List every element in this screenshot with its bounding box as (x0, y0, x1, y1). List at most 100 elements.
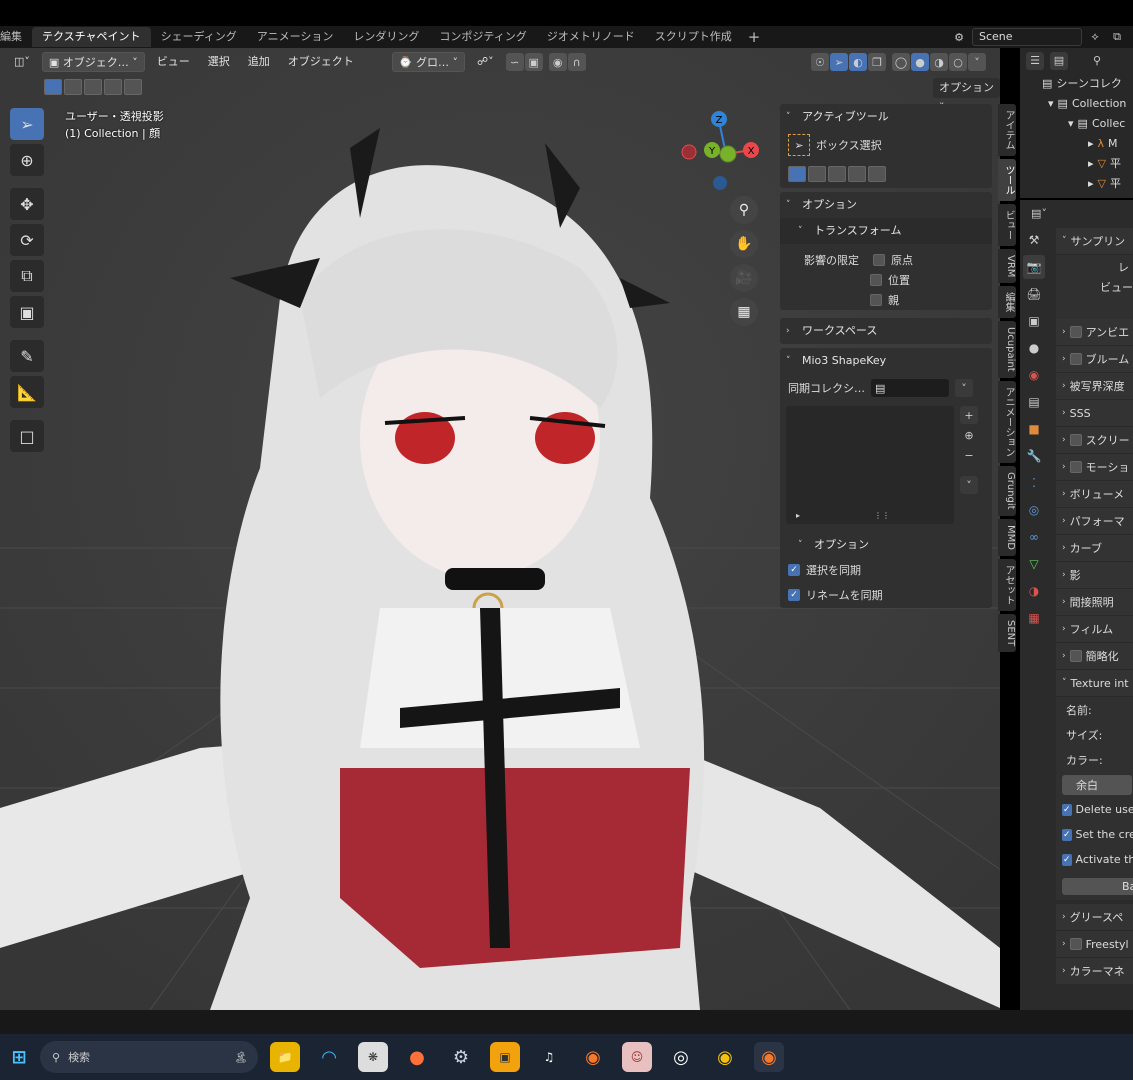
outliner-item[interactable]: ▸ ▽ 平 (1020, 174, 1133, 194)
add-item-icon[interactable]: + (960, 406, 978, 424)
panel-performance[interactable]: › パフォーマ (1056, 508, 1133, 535)
ntab-sent[interactable]: SENT (998, 613, 1016, 652)
pan-hand-icon[interactable]: ✋ (730, 230, 758, 258)
mode-dropdown[interactable]: ▣ オブジェク… ˅ (41, 52, 145, 72)
sync-collection-field[interactable]: ▤ (871, 379, 949, 397)
active-tool-header[interactable]: ˅ アクティブツール (780, 104, 992, 130)
panel-motion-blur[interactable]: › モーショ (1056, 454, 1133, 481)
ntab-edit[interactable]: 編集 (998, 286, 1016, 319)
transform-tool-icon[interactable]: ▣ (10, 296, 44, 328)
scale-tool-icon[interactable]: ⧉ (10, 260, 44, 292)
tab-compositing[interactable]: コンポジティング (429, 27, 536, 47)
tab-geometry-nodes[interactable]: ジオメトリノード (537, 27, 645, 47)
sync-rename-checkbox[interactable]: ✓ (788, 589, 800, 601)
obs-icon[interactable]: ◎ (666, 1042, 696, 1072)
panel-sampling[interactable]: ˅ サンプリン (1056, 228, 1133, 255)
data-mesh-icon[interactable]: ▽ (1023, 552, 1045, 576)
sync-selection-checkbox[interactable]: ✓ (788, 564, 800, 576)
panel-depth-of-field[interactable]: › 被写界深度 (1056, 373, 1133, 400)
texture-checker-icon[interactable]: ▦ (1023, 606, 1045, 630)
menu-object[interactable]: オブジェクト (282, 52, 360, 72)
add-cube-tool-icon[interactable]: □ (10, 420, 44, 452)
tab-shading[interactable]: シェーディング (151, 27, 247, 47)
pin-icon[interactable]: ⟡ (1086, 28, 1104, 46)
transform-orientation-dropdown[interactable]: ⌚ グロ… ˅ (391, 52, 465, 72)
rotate-tool-icon[interactable]: ⟳ (10, 224, 44, 256)
margin-button[interactable]: 余白 (1062, 775, 1132, 795)
tab-animation[interactable]: アニメーション (247, 27, 344, 47)
activate-checkbox[interactable]: ✓ (1062, 853, 1072, 866)
scene-icon[interactable]: ⚙ (950, 28, 968, 46)
physics-icon[interactable]: ◎ (1023, 498, 1045, 522)
remove-item-icon[interactable]: − (960, 446, 978, 464)
box-select-icon[interactable]: ➢ (788, 134, 810, 156)
panel-film[interactable]: › フィルム (1056, 616, 1133, 643)
shading-options-icon[interactable]: ˅ (968, 53, 986, 71)
ntab-view[interactable]: ビュー (998, 204, 1016, 246)
scene-name-field[interactable]: Scene (972, 28, 1082, 46)
affect-parent-checkbox[interactable] (870, 294, 882, 306)
taskbar-search-box[interactable]: ⚲ 検索 🏝 (40, 1041, 258, 1073)
display-mode-icon[interactable]: ▤ (1050, 52, 1068, 70)
gizmo-neg-y[interactable] (719, 145, 737, 163)
gizmo-neg-x[interactable] (681, 144, 697, 160)
affect-location-checkbox[interactable] (870, 274, 882, 286)
steam-icon[interactable]: ⚙ (446, 1042, 476, 1072)
scene-props-icon[interactable]: ● (1023, 336, 1045, 360)
ntab-vrm[interactable]: VRM (998, 249, 1016, 284)
panel-volumetrics[interactable]: › ボリューメ (1056, 481, 1133, 508)
panel-sss[interactable]: › SSS (1056, 400, 1133, 427)
options-header[interactable]: ˅ オプション (780, 192, 992, 218)
annotate-tool-icon[interactable]: ✎ (10, 340, 44, 372)
ntab-asset[interactable]: アセット (998, 558, 1016, 611)
proportional-edit-icon[interactable]: ◉ (548, 53, 567, 71)
select-invert-icon[interactable] (104, 79, 122, 95)
bake-button[interactable]: Ba (1062, 877, 1133, 895)
select-intersect-icon[interactable] (124, 79, 142, 95)
xray-toggle-icon[interactable]: ❐ (868, 53, 886, 71)
gizmo-toggle-icon[interactable]: ➢ (830, 53, 848, 71)
ntab-item[interactable]: アイテム (998, 104, 1016, 156)
panel-ambient-occlusion[interactable]: › アンビエ (1056, 319, 1133, 346)
ao-checkbox[interactable] (1069, 326, 1082, 338)
workspace-header[interactable]: › ワークスペース (780, 318, 992, 344)
panel-grease-pencil[interactable]: › グリースペ (1056, 904, 1133, 931)
ntab-mmd[interactable]: MMD (998, 518, 1016, 556)
collection-props-icon[interactable]: ▤ (1023, 390, 1045, 414)
outliner-item[interactable]: ▾ ▤ Collection (1020, 94, 1133, 114)
outliner-item[interactable]: ▸ λ M (1020, 134, 1133, 154)
affect-origin-checkbox[interactable] (873, 254, 885, 266)
3d-viewport[interactable]: ◫˅ ▣ オブジェク… ˅ ビュー 選択 追加 オブジェクト ⌚ グロ… ˅ ☍… (0, 48, 1000, 1010)
panel-texture-init[interactable]: ˅ Texture int (1056, 670, 1133, 697)
copy-scene-icon[interactable]: ⧉ (1108, 28, 1126, 46)
edge-browser-icon[interactable]: ◠ (314, 1042, 344, 1072)
perspective-grid-icon[interactable]: ▦ (730, 298, 758, 326)
simplify-checkbox[interactable] (1069, 650, 1082, 662)
outliner-item[interactable]: ▸ ▽ 平 (1020, 154, 1133, 174)
object-props-icon[interactable]: ■ (1023, 417, 1045, 441)
tab-edit[interactable]: 編集 (0, 27, 32, 47)
panel-indirect-lighting[interactable]: › 間接照明 (1056, 589, 1133, 616)
shading-wireframe-icon[interactable]: ◯ (892, 53, 910, 71)
ntab-ucupaint[interactable]: Ucupaint (998, 321, 1016, 379)
shading-rendered-icon[interactable]: ○ (949, 53, 967, 71)
add-workspace-button[interactable]: + (742, 28, 767, 46)
mio3-header[interactable]: ˅ Mio3 ShapeKey (780, 348, 992, 374)
set-created-checkbox[interactable]: ✓ (1062, 828, 1072, 841)
snap-target-icon[interactable]: ▣ (524, 53, 543, 71)
panel-shadows[interactable]: › 影 (1056, 562, 1133, 589)
gizmo-neg-z[interactable] (713, 176, 727, 190)
delete-checkbox[interactable]: ✓ (1062, 803, 1072, 816)
dropdown-icon[interactable]: ˅ (955, 379, 973, 397)
freestyle-checkbox[interactable] (1069, 938, 1082, 950)
camera-icon[interactable]: 🎥 (730, 264, 758, 292)
zoom-icon[interactable]: ⚲ (730, 196, 758, 224)
ntab-grungit[interactable]: Grungit (998, 466, 1016, 516)
list-menu-icon[interactable]: ˅ (960, 476, 978, 494)
mio3-options-subheader[interactable]: ˅ オプション (780, 532, 992, 558)
world-props-icon[interactable]: ◉ (1023, 363, 1045, 387)
list-resize-handle-icon[interactable]: ⋮⋮ (874, 511, 890, 520)
cursor-tool-icon[interactable]: ⊕ (10, 144, 44, 176)
material-icon[interactable]: ◑ (1023, 579, 1045, 603)
tool-select-intersect-icon[interactable] (868, 166, 886, 182)
